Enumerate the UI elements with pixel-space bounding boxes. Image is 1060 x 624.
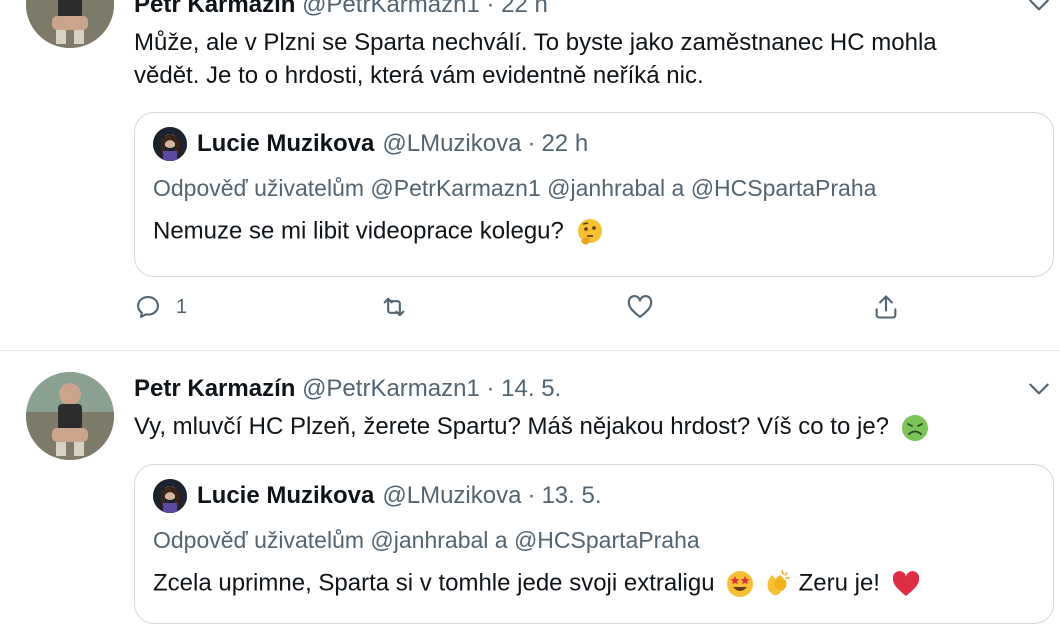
author-handle[interactable]: @PetrKarmazn1 bbox=[302, 0, 480, 18]
tweet-actions: 1 bbox=[134, 290, 1034, 324]
quoted-author-handle: @LMuzikova bbox=[382, 482, 522, 509]
avatar-photo bbox=[26, 0, 114, 48]
quoted-text-row: Nemuze se mi libit videoprace kolegu? bbox=[153, 217, 605, 247]
avatar-photo bbox=[26, 372, 114, 460]
tweet-text: Vy, mluvčí HC Plzeň, žerete Spartu? Máš … bbox=[134, 410, 1034, 443]
quoted-avatar-photo bbox=[153, 127, 187, 161]
quoted-text-row: Zcela uprimne, Sparta si v tomhle jede s… bbox=[153, 569, 921, 599]
tweet[interactable]: Petr Karmazín @PetrKarmazn1 · 22 h Může,… bbox=[0, 0, 1060, 350]
clapping-hands-icon bbox=[767, 570, 790, 596]
tweet-header: Petr Karmazín @PetrKarmazn1 · 14. 5. bbox=[134, 374, 561, 404]
tweet[interactable]: Petr Karmazín @PetrKarmazn1 · 14. 5. Vy,… bbox=[0, 352, 1060, 624]
timestamp[interactable]: 22 h bbox=[501, 0, 548, 18]
share-icon bbox=[875, 295, 897, 319]
timestamp[interactable]: 14. 5. bbox=[501, 375, 561, 402]
tweet-text: Může, ale v Plzni se Sparta nechválí. To… bbox=[134, 26, 1034, 92]
quoted-tweet-header: Lucie Muzikova @LMuzikova · 13. 5. bbox=[153, 479, 602, 513]
star-struck-icon bbox=[727, 571, 754, 597]
quoted-tweet[interactable]: Lucie Muzikova @LMuzikova · 13. 5. Odpov… bbox=[134, 464, 1054, 624]
avatar[interactable] bbox=[26, 372, 114, 460]
quoted-timestamp: 13. 5. bbox=[541, 482, 602, 509]
quoted-timestamp: 22 h bbox=[541, 130, 589, 157]
reply-icon bbox=[137, 296, 159, 318]
reply-count: 1 bbox=[176, 295, 188, 318]
reply-context: Odpověď uživatelům @janhrabal a @HCSpart… bbox=[153, 527, 700, 553]
quoted-author-name: Lucie Muzikova bbox=[197, 130, 375, 157]
author-name[interactable]: Petr Karmazín bbox=[134, 375, 295, 402]
red-heart-icon bbox=[892, 571, 919, 596]
heart-icon bbox=[627, 295, 653, 318]
quoted-tweet-header: Lucie Muzikova @LMuzikova · 22 h bbox=[153, 127, 588, 161]
separator-dot: · bbox=[527, 130, 536, 157]
like-button[interactable] bbox=[626, 290, 654, 324]
quoted-avatar-photo bbox=[153, 479, 187, 513]
separator-dot: · bbox=[527, 482, 536, 509]
author-name[interactable]: Petr Karmazín bbox=[134, 0, 295, 18]
separator-dot: · bbox=[486, 0, 495, 18]
tweet-header: Petr Karmazín @PetrKarmazn1 · 22 h bbox=[134, 0, 548, 20]
quoted-text: Zeru je! bbox=[798, 569, 880, 597]
tweet-divider bbox=[0, 350, 1060, 351]
tweet-text-line: Může, ale v Plzni se Sparta nechválí. To… bbox=[134, 29, 937, 56]
quoted-avatar bbox=[153, 479, 187, 513]
quoted-tweet[interactable]: Lucie Muzikova @LMuzikova · 22 h Odpověď… bbox=[134, 112, 1054, 277]
reply-button[interactable]: 1 bbox=[134, 290, 187, 324]
nauseated-face-icon bbox=[901, 414, 928, 441]
chevron-down-icon[interactable] bbox=[1026, 0, 1052, 18]
retweet-button[interactable] bbox=[380, 290, 408, 324]
share-button[interactable] bbox=[872, 290, 900, 324]
chevron-down-icon[interactable] bbox=[1026, 376, 1052, 402]
quoted-author-name: Lucie Muzikova bbox=[197, 482, 375, 509]
avatar[interactable] bbox=[26, 0, 114, 48]
thinking-face-icon bbox=[577, 219, 602, 245]
quoted-avatar bbox=[153, 127, 187, 161]
separator-dot: · bbox=[486, 375, 495, 402]
retweet-icon bbox=[383, 297, 405, 317]
author-handle[interactable]: @PetrKarmazn1 bbox=[302, 375, 480, 402]
reply-context: Odpověď uživatelům @PetrKarmazn1 @janhra… bbox=[153, 175, 877, 201]
tweet-text-line: vědět. Je to o hrdosti, která vám eviden… bbox=[134, 62, 704, 89]
quoted-author-handle: @LMuzikova bbox=[382, 130, 522, 157]
quoted-text: Zcela uprimne, Sparta si v tomhle jede s… bbox=[153, 569, 715, 597]
quoted-text: Nemuze se mi libit videoprace kolegu? bbox=[153, 217, 564, 245]
tweet-text-line: Vy, mluvčí HC Plzeň, žerete Spartu? Máš … bbox=[134, 413, 890, 440]
